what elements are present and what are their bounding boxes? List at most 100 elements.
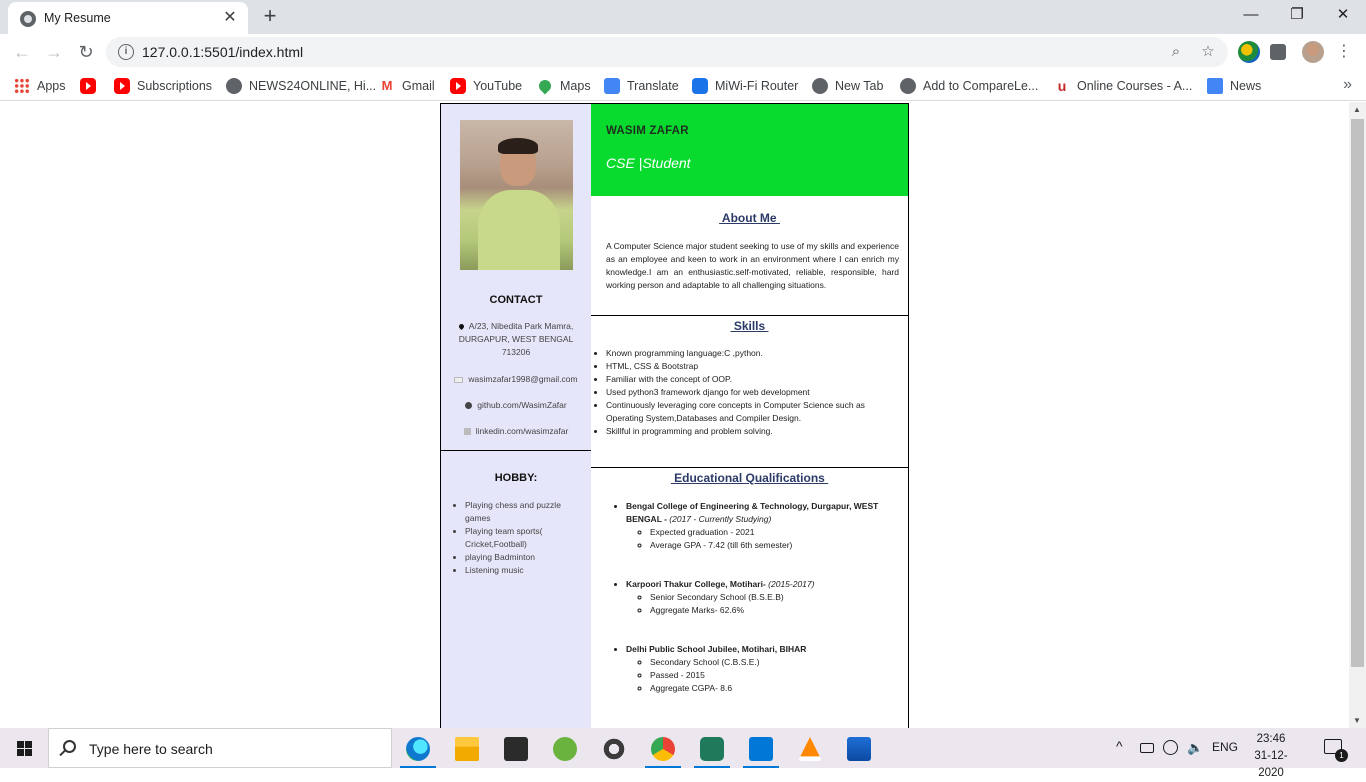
vscode-icon (749, 737, 773, 761)
hobby-heading: HOBBY: (494, 472, 538, 484)
list-item: Familiar with the concept of OOP. (606, 373, 899, 386)
back-button[interactable]: ← (8, 38, 36, 66)
utorrent-icon (553, 737, 577, 761)
bookmark-star-icon[interactable]: ☆ (1198, 42, 1218, 62)
taskbar-app-settings[interactable] (594, 732, 634, 768)
news-icon (1207, 77, 1223, 94)
search-placeholder[interactable]: Type here to search (89, 741, 213, 757)
network-icon[interactable] (1163, 740, 1178, 755)
scroll-down-icon[interactable]: ▼ (1353, 716, 1361, 725)
bookmark-item[interactable]: Translate (604, 76, 679, 96)
puzzle-icon[interactable] (1270, 44, 1286, 60)
language-indicator[interactable]: ENG (1212, 740, 1238, 754)
taskbar-app-vlc[interactable] (790, 732, 830, 768)
list-item: Listening music (465, 564, 583, 577)
taskbar-app-photos[interactable] (839, 732, 879, 768)
taskbar-app-edge[interactable] (398, 732, 438, 768)
list-item: Continuously leveraging core concepts in… (606, 399, 899, 425)
resume-sidebar: CONTACT A/23, Nibedita Park Mamra, DURGA… (441, 104, 591, 728)
taskbar-app-store[interactable] (496, 732, 536, 768)
tab-my-resume[interactable]: My Resume ✕ (8, 2, 248, 34)
bookmark-label: YouTube (473, 79, 523, 93)
forward-button[interactable]: → (40, 38, 68, 66)
bookmark-item[interactable]: M Gmail (379, 76, 435, 96)
bookmark-item[interactable]: NEWS24ONLINE, Hi... (226, 76, 376, 96)
bookmark-item[interactable]: Apps (14, 76, 66, 96)
bookmark-item[interactable]: New Tab (812, 76, 883, 96)
menu-icon[interactable]: ⋮ (1334, 42, 1354, 62)
bookmark-label: Subscriptions (137, 79, 213, 93)
extension-icon[interactable] (1238, 41, 1260, 63)
bookmark-item[interactable]: Maps (536, 76, 591, 96)
reload-button[interactable]: ↻ (72, 38, 100, 66)
file-explorer-icon (455, 737, 479, 761)
contact-github[interactable]: github.com/WasimZafar (441, 399, 591, 412)
taskbar-app-whatsapp[interactable] (692, 732, 732, 768)
resume-subtitle: CSE |Student (606, 155, 691, 171)
scroll-up-icon[interactable]: ▲ (1353, 105, 1361, 114)
address-bar[interactable]: i 127.0.0.1:5501/index.html ⌕ ☆ (106, 37, 1228, 67)
search-icon (63, 740, 76, 753)
list-item: Aggregate Marks- 62.6% (650, 604, 901, 617)
contact-email[interactable]: wasimzafar1998@gmail.com (441, 373, 591, 386)
bookmark-item[interactable]: Add to CompareLe... (900, 76, 1038, 96)
list-item: Used python3 framework django for web de… (606, 386, 899, 399)
vertical-scrollbar[interactable]: ▲ ▼ (1349, 102, 1366, 728)
clock-time: 23:46 (1256, 733, 1286, 745)
taskbar-app-chrome[interactable] (643, 732, 683, 768)
taskbar-app-vscode[interactable] (741, 732, 781, 768)
scroll-thumb[interactable] (1351, 119, 1364, 667)
education-heading: Educational Qualifications (670, 471, 829, 485)
education-entry: Bengal College of Engineering & Technolo… (626, 500, 901, 552)
start-button[interactable] (0, 728, 48, 768)
vlc-icon (798, 737, 822, 761)
bookmark-item[interactable] (80, 76, 103, 96)
udemy-icon: u (1057, 77, 1067, 94)
bookmark-label: NEWS24ONLINE, Hi... (249, 79, 377, 93)
site-info-icon[interactable]: i (118, 44, 134, 60)
tab-strip: My Resume ✕ + — ❐ ✕ (0, 0, 1366, 34)
bookmark-label: Translate (627, 79, 679, 93)
new-tab-button[interactable]: + (258, 5, 282, 29)
list-item: HTML, CSS & Bootstrap (606, 360, 899, 373)
bookmark-item[interactable]: YouTube (450, 76, 522, 96)
youtube-icon (450, 77, 466, 94)
bookmarks-bar: Apps Subscriptions NEWS24ONLINE, Hi... M Gma… (0, 70, 1366, 101)
clock[interactable]: 23:46 31-12-2020 (1244, 731, 1298, 782)
bookmark-label: News (1230, 79, 1262, 93)
close-window-button[interactable]: ✕ (1320, 0, 1366, 32)
bookmark-item[interactable]: MiWi-Fi Router (692, 76, 798, 96)
battery-icon[interactable] (1140, 743, 1154, 753)
restore-button[interactable]: ❐ (1274, 0, 1320, 32)
volume-icon[interactable]: 🔈 (1187, 740, 1203, 756)
profile-photo (460, 120, 573, 270)
chrome-icon (651, 737, 675, 761)
taskbar-app-utorrent[interactable] (545, 732, 585, 768)
list-item: Senior Secondary School (B.S.E.B) (650, 591, 901, 604)
taskbar-search[interactable]: Type here to search (48, 728, 392, 768)
taskbar-app-file-explorer[interactable] (447, 732, 487, 768)
tab-close-icon[interactable]: ✕ (220, 8, 240, 28)
study-period: (2017 - Currently Studying) (669, 514, 772, 524)
youtube-icon (114, 77, 130, 94)
skills-heading: Skills (730, 319, 769, 333)
education-entry: Karpoori Thakur College, Motihari- (2015… (626, 578, 901, 617)
contact-linkedin[interactable]: linkedin.com/wasimzafar (441, 425, 591, 438)
youtube-icon (80, 77, 96, 94)
bookmark-label: Maps (560, 79, 591, 93)
profile-avatar[interactable] (1302, 41, 1324, 63)
bookmark-item[interactable]: Subscriptions (114, 76, 212, 96)
bookmark-item[interactable]: News (1207, 76, 1261, 96)
mail-icon (454, 376, 464, 383)
bookmarks-overflow-icon[interactable]: » (1343, 76, 1352, 94)
list-item: Expected graduation - 2021 (650, 526, 901, 539)
list-item: playing Badminton (465, 551, 583, 564)
tray-chevron-icon[interactable]: ^ (1116, 738, 1123, 754)
minimize-button[interactable]: — (1228, 0, 1274, 32)
bookmark-item[interactable]: u Online Courses - A... (1054, 76, 1193, 96)
list-item: Karpoori Thakur College, Motihari- (2015… (626, 578, 901, 617)
url-text[interactable]: 127.0.0.1:5501/index.html (142, 44, 303, 60)
bookmark-label: Add to CompareLe... (923, 79, 1039, 93)
list-item: Average GPA - 7.42 (till 6th semester) (650, 539, 901, 552)
zoom-icon[interactable]: ⌕ (1166, 42, 1186, 62)
